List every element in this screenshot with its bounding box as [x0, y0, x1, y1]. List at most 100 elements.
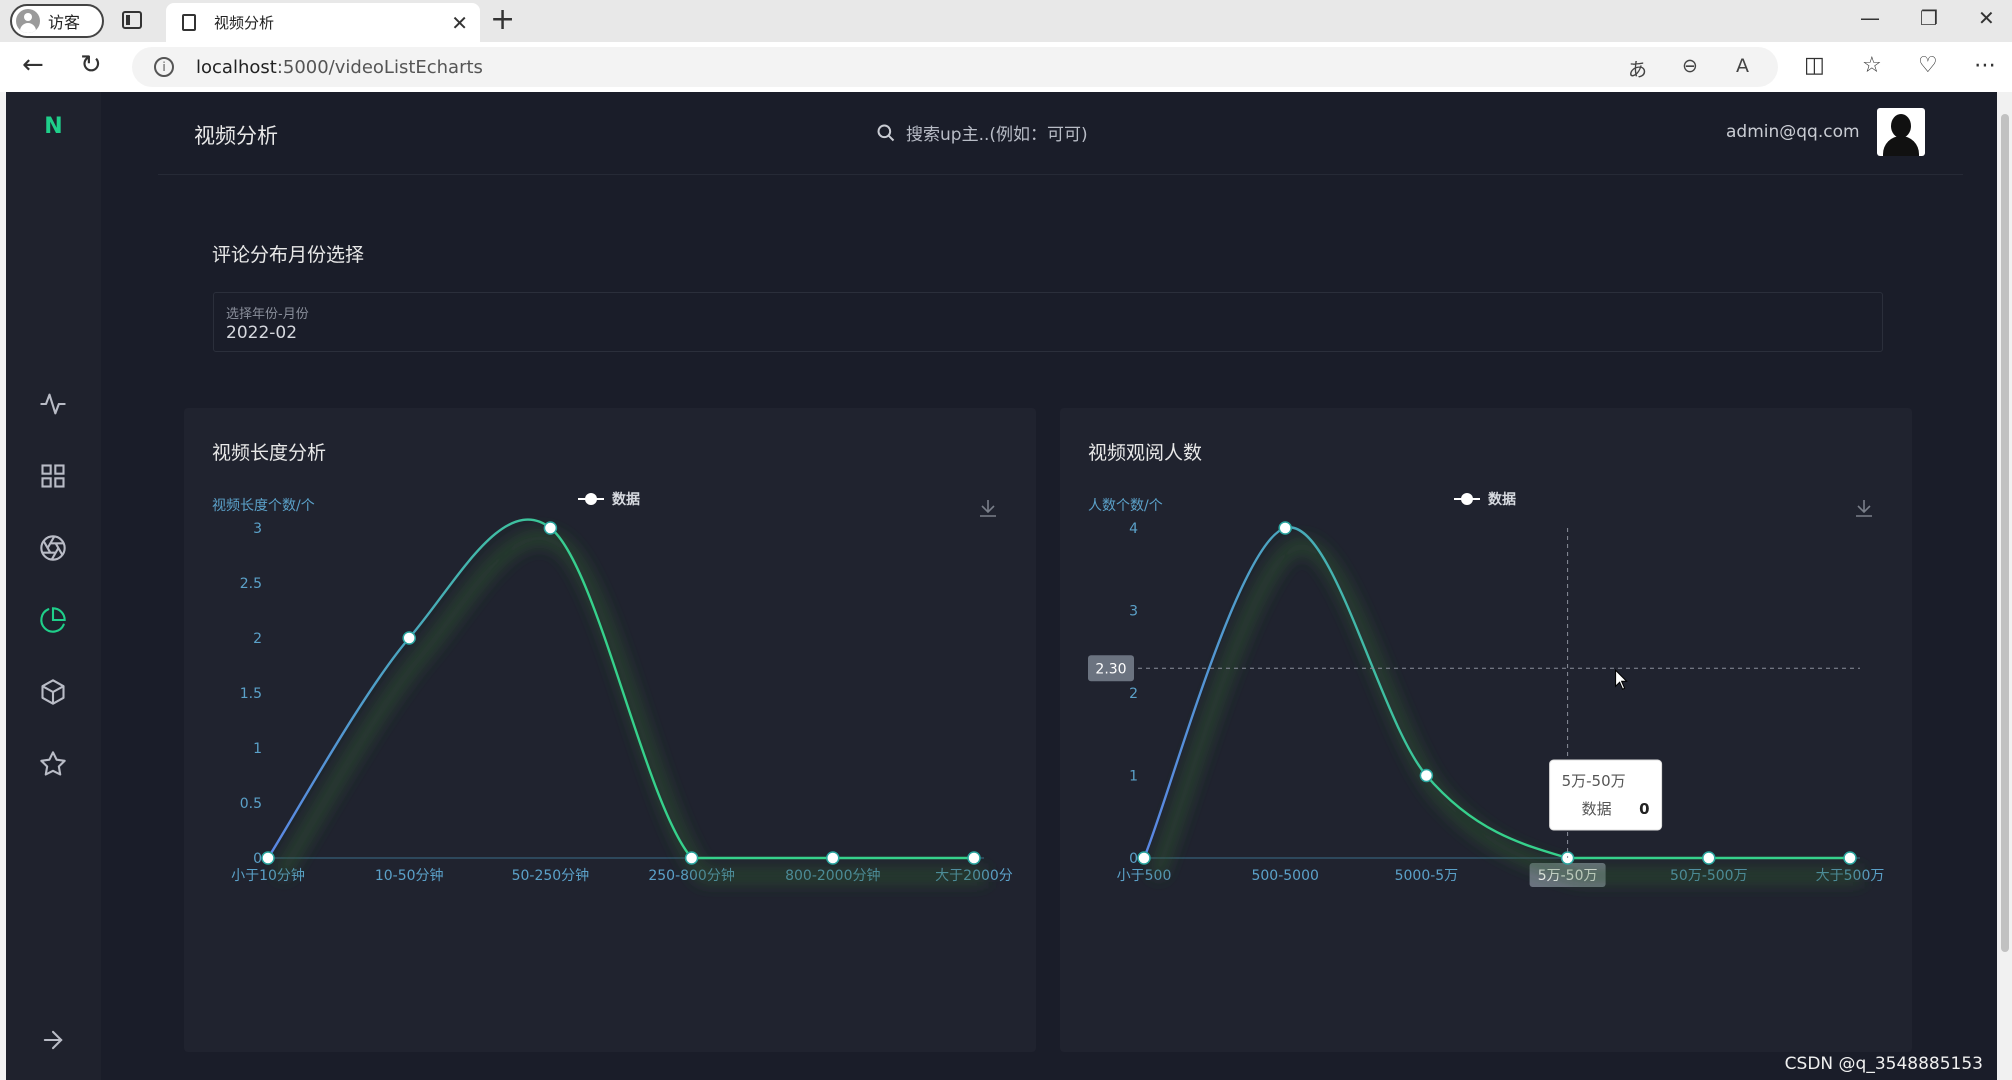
series-line-shadow	[274, 530, 986, 883]
y-tick-label: 2	[1129, 686, 1138, 702]
arrow-right-icon[interactable]	[39, 1026, 67, 1054]
data-point	[261, 851, 275, 865]
search-input[interactable]: 搜索up主..(例如：可可)	[906, 120, 1088, 145]
data-point	[684, 851, 699, 865]
legend-label: 数据	[612, 491, 640, 508]
data-point	[967, 851, 981, 865]
data-point	[543, 521, 558, 535]
data-point	[1702, 851, 1716, 865]
y-tick-label: 1	[253, 741, 262, 757]
site-info-icon[interactable]: i	[154, 57, 174, 77]
translate-icon[interactable]: あ	[1628, 55, 1647, 82]
reload-icon[interactable]: ↻	[80, 50, 102, 80]
video-length-chart: 数据 视频长度个数/个 0 0.5 1 1.5 2 2.5 3 小于10分钟 10-50分钟 50-2…	[212, 491, 1013, 884]
new-tab-button[interactable]: +	[490, 2, 515, 37]
grid-icon[interactable]	[39, 462, 67, 490]
data-point	[1419, 768, 1434, 783]
chart-legend: 数据	[1454, 491, 1516, 508]
address-bar: ← ↻ i localhost:5000/videoListEcharts あ …	[0, 42, 2012, 92]
user-email: admin@qq.com	[1726, 122, 1860, 142]
download-icon	[1856, 500, 1872, 517]
scrollbar-thumb[interactable]	[2001, 114, 2009, 952]
chart-card-video-views: 视频观阅人数 数据 人数个数/个 0 1 2 3 4 小于500 500-5000 5000-5万…	[1060, 408, 1912, 1052]
month-picker-field[interactable]: 选择年份-月份 2022-02	[213, 292, 1883, 352]
split-screen-icon[interactable]: ◫	[1804, 53, 1825, 78]
series-line	[266, 518, 974, 860]
series-line-shadow	[1149, 538, 1862, 883]
profile-avatar-icon	[16, 9, 40, 33]
browser-tab[interactable]: 视频分析 ✕	[166, 3, 480, 42]
window-close-icon[interactable]: ✕	[1978, 6, 1995, 30]
page-icon	[182, 14, 196, 31]
minimize-icon[interactable]: —	[1860, 6, 1880, 30]
restore-icon[interactable]: ❐	[1920, 6, 1938, 30]
chart-card-video-length: 视频长度分析 数据 视频长度个数/个 0 0.5 1 1.5 2 2.5 3 小于10分钟 10-5…	[184, 408, 1036, 1052]
chart-tooltip: 5万-50万数据 0	[1549, 759, 1663, 831]
mouse-cursor-icon	[1615, 669, 1628, 690]
download-icon	[980, 500, 996, 517]
tab-close-icon[interactable]: ✕	[451, 11, 468, 35]
read-aloud-icon[interactable]: A	[1736, 55, 1749, 77]
legend-label: 数据	[1488, 491, 1516, 508]
data-point	[1278, 521, 1292, 535]
search-bar[interactable]: 搜索up主..(例如：可可)	[876, 120, 1088, 145]
y-tick-label: 1	[1129, 769, 1138, 785]
tooltip-value: 0	[1639, 800, 1649, 818]
browser-essentials-icon[interactable]: ♡	[1918, 53, 1938, 78]
more-icon[interactable]: ⋯	[1974, 53, 1996, 78]
url-text: localhost:5000/videoListEcharts	[196, 57, 483, 78]
y-tick-label: 0	[1129, 851, 1138, 867]
legend-marker	[585, 493, 597, 505]
data-point	[1560, 851, 1575, 865]
tab-actions-icon[interactable]	[122, 11, 142, 29]
page-scrollbar[interactable]	[1997, 92, 2012, 1080]
x-tick-label: 5000-5万	[1395, 868, 1459, 884]
back-icon[interactable]: ←	[22, 50, 44, 80]
pie-chart-icon[interactable]	[39, 606, 67, 634]
tooltip-title: 5万-50万	[1562, 772, 1626, 790]
zoom-out-icon[interactable]: ⊖	[1682, 55, 1698, 77]
y-axis-label: 人数个数/个	[1088, 498, 1163, 514]
y-tick-label: 3	[1129, 604, 1138, 620]
month-picker-value: 2022-02	[226, 323, 298, 343]
x-tick-label: 10-50分钟	[375, 867, 444, 884]
profile-label: 访客	[48, 13, 81, 32]
profile-button[interactable]: 访客	[10, 4, 104, 38]
y-crosshair-label: 2.30	[1095, 661, 1126, 677]
x-tick-label: 50-250分钟	[512, 867, 590, 884]
search-icon	[877, 124, 895, 141]
y-tick-label: 1.5	[240, 686, 262, 702]
aperture-icon[interactable]	[39, 534, 67, 562]
y-tick-label: 0.5	[240, 796, 262, 812]
data-point	[402, 631, 416, 645]
video-views-chart: 数据人数个数/个01234小于500 500-5000 5000-5万 5万-50万 5…	[1088, 491, 1884, 887]
cube-icon[interactable]	[39, 678, 67, 706]
pulse-icon[interactable]	[39, 390, 67, 418]
watermark: CSDN @q_3548885153	[1784, 1054, 1983, 1074]
header-divider	[158, 174, 1963, 175]
y-tick-label: 2.5	[240, 576, 262, 592]
series-line	[1142, 526, 1850, 860]
browser-tab-bar: 访客 视频分析 ✕ + — ❐ ✕	[0, 0, 2012, 42]
y-axis-label: 视频长度个数/个	[212, 498, 315, 514]
app-root: N 视频分析 搜索up主..(例如：可可) admin@qq.com 评论分布月…	[6, 92, 1997, 1080]
user-avatar[interactable]	[1877, 108, 1925, 156]
tooltip-box	[1549, 759, 1663, 831]
y-tick-label: 2	[253, 631, 262, 647]
y-tick-label: 0	[253, 851, 262, 867]
legend-marker	[1461, 493, 1473, 505]
app-logo[interactable]: N	[6, 114, 101, 139]
favorites-icon[interactable]: ☆	[1862, 53, 1882, 78]
data-point	[826, 851, 840, 865]
y-tick-label: 4	[1129, 521, 1138, 537]
url-field[interactable]: i localhost:5000/videoListEcharts あ ⊖ A	[132, 47, 1778, 87]
page-title: 视频分析	[194, 124, 278, 148]
y-tick-label: 3	[253, 521, 262, 537]
month-picker-label: 选择年份-月份	[226, 307, 309, 322]
tab-title: 视频分析	[214, 14, 275, 32]
data-point	[1137, 851, 1151, 865]
star-icon[interactable]	[39, 750, 67, 778]
section-title: 评论分布月份选择	[212, 244, 365, 266]
sidebar: N	[6, 92, 101, 1080]
chart-legend: 数据	[578, 491, 640, 508]
